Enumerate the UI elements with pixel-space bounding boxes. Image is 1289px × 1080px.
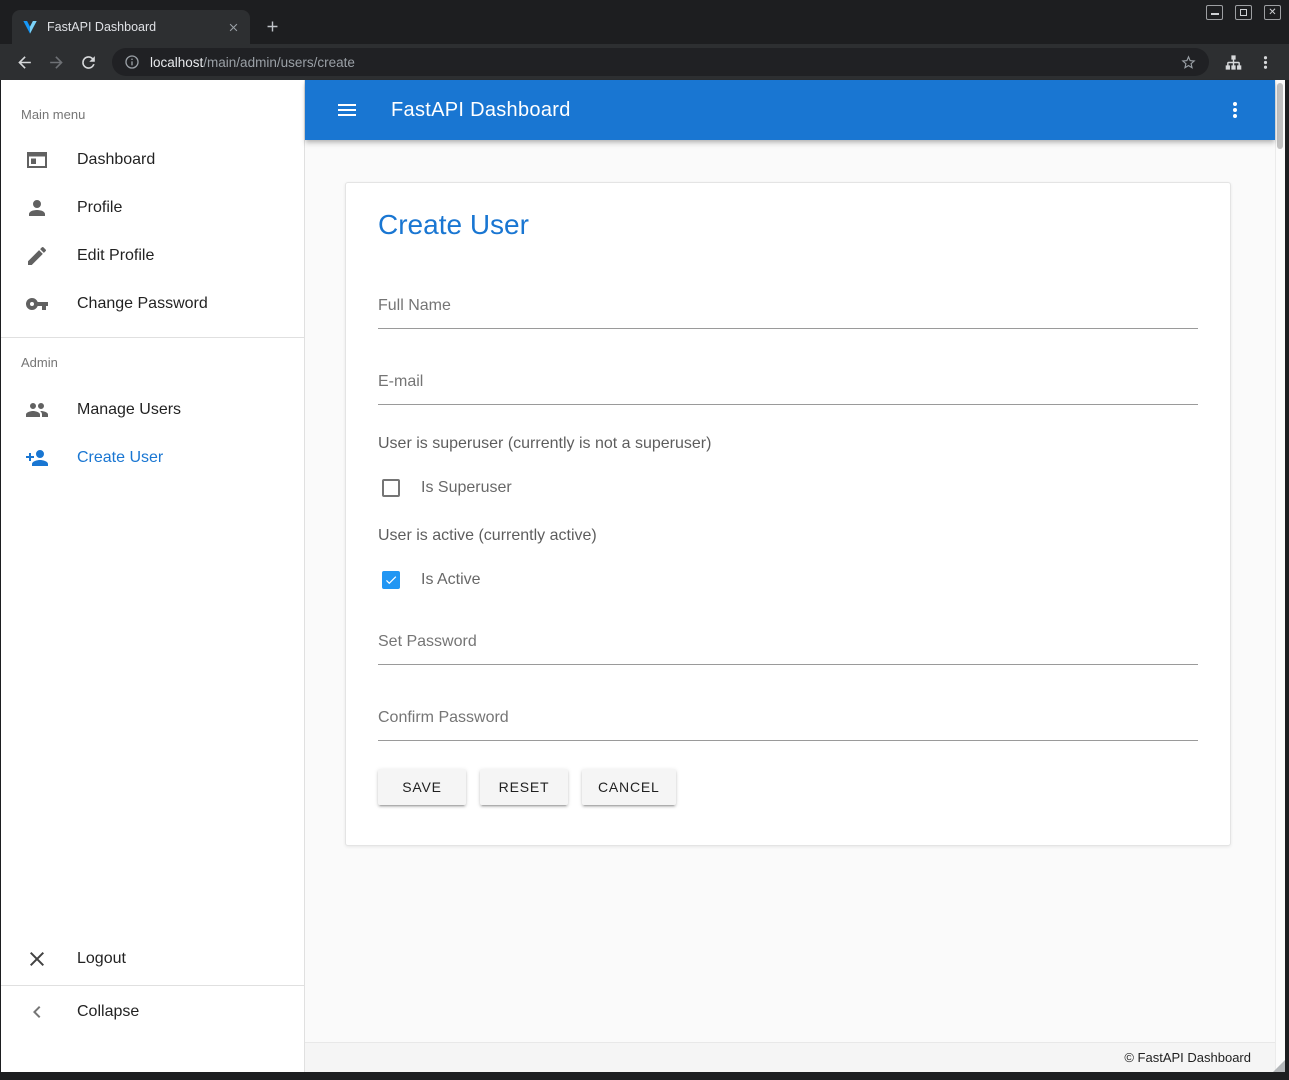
sidebar-item-edit-profile[interactable]: Edit Profile <box>1 232 304 280</box>
sidebar-item-label: Create User <box>77 449 163 467</box>
app-bar: FastAPI Dashboard <box>305 80 1275 140</box>
browser-window: FastAPI Dashboard ✕ localhost/ <box>0 0 1289 1080</box>
appbar-title: FastAPI Dashboard <box>391 99 571 122</box>
forward-button[interactable] <box>41 47 71 77</box>
hamburger-menu-icon[interactable] <box>329 92 365 128</box>
email-input[interactable] <box>378 373 1198 404</box>
save-button[interactable]: SAVE <box>378 769 466 805</box>
site-info-icon[interactable] <box>124 54 140 70</box>
reset-button[interactable]: RESET <box>480 769 568 805</box>
scrollbar-corner <box>1273 1060 1285 1072</box>
url-host: localhost <box>150 55 203 70</box>
is-active-checkbox-row[interactable]: Is Active <box>378 571 1198 589</box>
key-icon <box>25 292 49 316</box>
appbar-kebab-icon[interactable] <box>1217 92 1253 128</box>
tab-strip: FastAPI Dashboard ✕ <box>0 0 1289 44</box>
page-scrollbar[interactable] <box>1275 80 1285 1072</box>
main-area: FastAPI Dashboard Create User User is su… <box>305 80 1275 1072</box>
full-name-input[interactable] <box>378 297 1198 328</box>
people-icon <box>25 398 49 422</box>
sidebar-item-label: Edit Profile <box>77 247 154 265</box>
sidebar-spacer <box>1 482 304 935</box>
check-icon <box>384 573 398 587</box>
url-path: /main/admin/users/create <box>203 55 355 70</box>
superuser-hint: User is superuser (currently is not a su… <box>378 435 1198 453</box>
sidebar-item-collapse[interactable]: Collapse <box>1 988 304 1036</box>
person-icon <box>25 196 49 220</box>
url-text[interactable]: localhost/main/admin/users/create <box>150 55 1180 70</box>
page-title: Create User <box>378 209 1198 241</box>
sidebar-divider <box>1 985 304 986</box>
scrollbar-thumb[interactable] <box>1277 83 1283 149</box>
extension-sitemap-icon[interactable] <box>1218 47 1248 77</box>
tab-close-icon[interactable] <box>224 18 242 36</box>
copyright-text: © FastAPI Dashboard <box>1124 1050 1251 1065</box>
tab-title: FastAPI Dashboard <box>47 20 224 34</box>
close-window-button[interactable]: ✕ <box>1264 5 1281 20</box>
pencil-icon <box>25 244 49 268</box>
logout-close-icon <box>25 947 49 971</box>
sidebar-item-change-password[interactable]: Change Password <box>1 280 304 328</box>
browser-menu-kebab-icon[interactable] <box>1250 47 1280 77</box>
page-footer: © FastAPI Dashboard <box>305 1042 1275 1072</box>
cancel-button[interactable]: CANCEL <box>582 769 676 805</box>
back-button[interactable] <box>9 47 39 77</box>
sidebar-item-manage-users[interactable]: Manage Users <box>1 386 304 434</box>
is-active-checkbox[interactable] <box>382 571 400 589</box>
maximize-button[interactable] <box>1235 5 1252 20</box>
new-tab-button[interactable] <box>258 12 286 40</box>
set-password-input[interactable] <box>378 633 1198 664</box>
dashboard-icon <box>25 148 49 172</box>
sidebar-item-label: Logout <box>77 950 126 968</box>
is-active-label: Is Active <box>421 571 481 589</box>
close-icon: ✕ <box>1268 8 1276 18</box>
form-buttons: SAVE RESET CANCEL <box>378 769 1198 805</box>
vuetify-favicon-icon <box>22 19 38 35</box>
reload-button[interactable] <box>73 47 103 77</box>
is-superuser-checkbox[interactable] <box>382 479 400 497</box>
browser-tab[interactable]: FastAPI Dashboard <box>12 10 250 44</box>
sidebar-item-profile[interactable]: Profile <box>1 184 304 232</box>
sidebar-item-label: Manage Users <box>77 401 181 419</box>
address-bar[interactable]: localhost/main/admin/users/create <box>112 48 1209 76</box>
confirm-password-input[interactable] <box>378 709 1198 740</box>
sidebar-item-label: Profile <box>77 199 122 217</box>
sidebar-item-label: Change Password <box>77 295 208 313</box>
set-password-field[interactable] <box>378 633 1198 665</box>
bookmark-star-icon[interactable] <box>1180 54 1197 71</box>
email-field[interactable] <box>378 373 1198 405</box>
active-hint: User is active (currently active) <box>378 527 1198 545</box>
sidebar-item-label: Dashboard <box>77 151 155 169</box>
sidebar-item-dashboard[interactable]: Dashboard <box>1 136 304 184</box>
is-superuser-checkbox-row[interactable]: Is Superuser <box>378 479 1198 497</box>
confirm-password-field[interactable] <box>378 709 1198 741</box>
window-controls: ✕ <box>1206 5 1281 20</box>
is-superuser-label: Is Superuser <box>421 479 512 497</box>
content-area: Create User User is superuser (currently… <box>305 140 1275 1042</box>
full-name-field[interactable] <box>378 297 1198 329</box>
sidebar-item-label: Collapse <box>77 1003 139 1021</box>
minimize-button[interactable] <box>1206 5 1223 20</box>
chevron-left-icon <box>25 1000 49 1024</box>
web-page: Main menu Dashboard Profile Edit Profile <box>0 80 1289 1072</box>
browser-toolbar: localhost/main/admin/users/create <box>0 44 1289 80</box>
sidebar-item-logout[interactable]: Logout <box>1 935 304 983</box>
sidebar-section-main-menu: Main menu <box>1 80 304 136</box>
maximize-icon <box>1240 9 1247 16</box>
sidebar-section-admin: Admin <box>1 338 304 386</box>
create-user-card: Create User User is superuser (currently… <box>345 182 1231 846</box>
person-add-icon <box>25 446 49 470</box>
minimize-icon <box>1211 10 1219 15</box>
window-bottom-frame <box>0 1072 1289 1080</box>
sidebar: Main menu Dashboard Profile Edit Profile <box>1 80 305 1072</box>
sidebar-item-create-user[interactable]: Create User <box>1 434 304 482</box>
